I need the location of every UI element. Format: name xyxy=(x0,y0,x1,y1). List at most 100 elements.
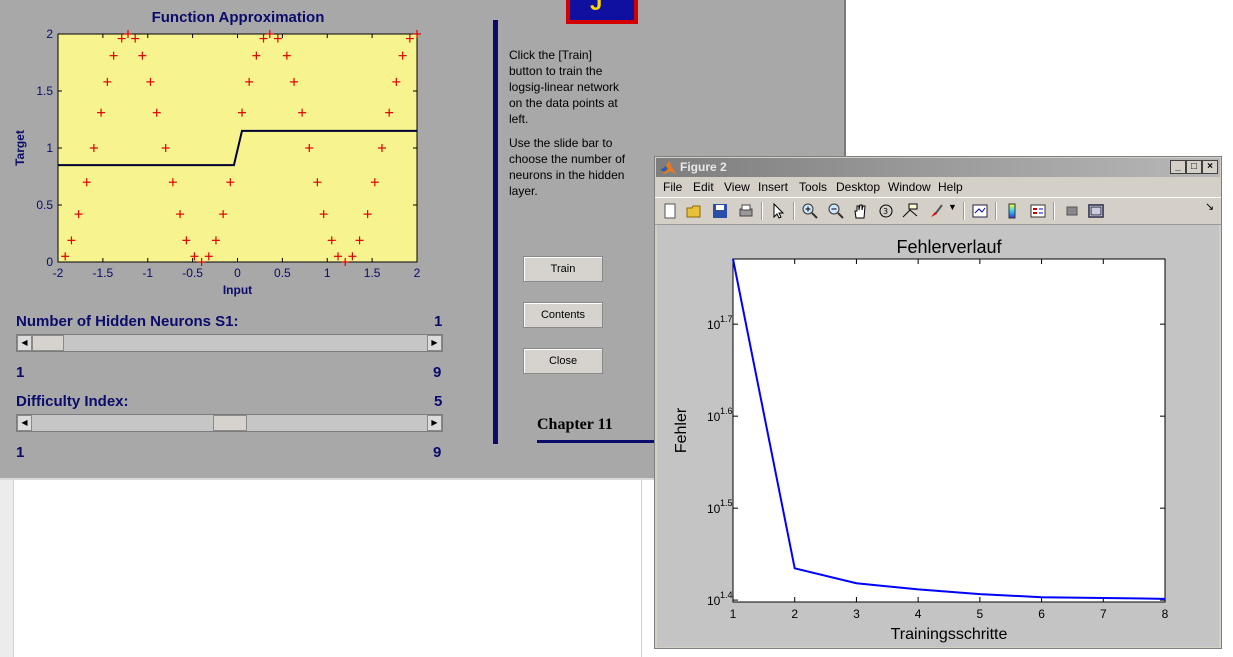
plot-axes-area xyxy=(732,258,1166,603)
open-folder-icon[interactable] xyxy=(685,202,703,220)
y-tick-exponent: 1.7 xyxy=(720,314,733,324)
menu-bar: File Edit View Insert Tools Desktop Wind… xyxy=(655,178,1221,213)
data-cursor-icon[interactable] xyxy=(901,202,919,220)
hidden-neurons-max: 9 xyxy=(433,364,442,381)
slider-right-arrow-icon[interactable]: ▶ xyxy=(427,335,442,351)
x-tick-label: 7 xyxy=(1100,607,1107,621)
difficulty-label: Difficulty Index: xyxy=(16,393,129,410)
menu-help[interactable]: Help xyxy=(938,180,963,194)
hide-plot-tools-icon[interactable] xyxy=(1063,202,1081,220)
menu-tools[interactable]: Tools xyxy=(799,180,827,194)
legend-icon[interactable] xyxy=(1029,202,1047,220)
save-icon[interactable] xyxy=(711,202,729,220)
hidden-neurons-label: Number of Hidden Neurons S1: xyxy=(16,313,239,330)
hidden-neurons-min: 1 xyxy=(16,364,25,381)
pointer-icon[interactable] xyxy=(769,202,787,220)
info-train-text: Click the [Train] button to train the lo… xyxy=(509,48,620,126)
zoom-in-icon[interactable] xyxy=(801,202,819,220)
maximize-icon[interactable]: □ xyxy=(1186,160,1202,174)
menu-window[interactable]: Window xyxy=(888,180,931,194)
menu-edit[interactable]: Edit xyxy=(693,180,714,194)
slider-right-arrow-icon[interactable]: ▶ xyxy=(427,415,442,431)
y-tick-label: 2 xyxy=(46,27,53,41)
y-tick-exponent: 1.5 xyxy=(720,498,733,508)
x-tick-label: 5 xyxy=(977,607,984,621)
toolbar-separator xyxy=(1053,202,1055,220)
figure-title: Figure 2 xyxy=(680,160,727,174)
x-tick-label: -0.5 xyxy=(182,266,203,280)
new-file-icon[interactable] xyxy=(661,202,679,220)
slider-left-arrow-icon[interactable]: ◀ xyxy=(17,335,32,351)
y-tick-label: 1 xyxy=(46,141,53,155)
toolbar-separator xyxy=(963,202,965,220)
fehlerverlauf-plot: Fehlerverlauf1 2 3 4 5 6 7 810 1.410 1.510 1.610 1.… xyxy=(673,237,1169,643)
minimize-icon[interactable]: _ xyxy=(1170,160,1186,174)
x-tick-label: 0.5 xyxy=(274,266,291,280)
colorbar-icon[interactable] xyxy=(1003,202,1021,220)
y-axis-label: Target xyxy=(13,130,27,166)
pan-hand-icon[interactable] xyxy=(851,202,869,220)
y-tick-exponent: 1.6 xyxy=(720,406,733,416)
x-tick-label: 0 xyxy=(234,266,241,280)
menu-insert[interactable]: Insert xyxy=(758,180,788,194)
print-icon[interactable] xyxy=(737,202,755,220)
background-panel xyxy=(0,480,14,657)
hidden-neurons-value: 1 xyxy=(434,313,443,330)
zoom-out-icon[interactable] xyxy=(827,202,845,220)
toolbar-separator xyxy=(995,202,997,220)
y-tick-label: 0 xyxy=(46,255,53,269)
x-tick-label: 1 xyxy=(324,266,331,280)
plot-title: Fehlerverlauf xyxy=(896,237,1002,257)
y-tick-exponent: 1.4 xyxy=(720,590,733,600)
x-tick-label: 2 xyxy=(791,607,798,621)
x-tick-label: 2 xyxy=(414,266,421,280)
svg-text:3: 3 xyxy=(883,207,888,216)
x-tick-label: 1.5 xyxy=(364,266,381,280)
y-tick-base: 10 xyxy=(707,410,721,424)
difficulty-min: 1 xyxy=(16,444,25,461)
y-tick-label: 1.5 xyxy=(36,84,53,98)
difficulty-max: 9 xyxy=(433,444,442,461)
figure-titlebar[interactable]: Figure 2 _ □ × xyxy=(656,158,1220,177)
x-tick-label: 8 xyxy=(1162,607,1169,621)
x-axis-label: Input xyxy=(223,283,252,297)
menu-view[interactable]: View xyxy=(724,180,750,194)
logo-glyph-icon: J xyxy=(590,0,603,15)
x-tick-label: -1 xyxy=(142,266,153,280)
background-divider xyxy=(641,480,642,657)
show-plot-tools-icon[interactable] xyxy=(1087,202,1105,220)
menu-desktop[interactable]: Desktop xyxy=(836,180,880,194)
figure-canvas: Fehlerverlauf 1 2 3 4 5 6 7 8 10 1.4 10 1.5 10 1.6 10 1.… xyxy=(657,225,1219,647)
train-button[interactable]: Train xyxy=(523,256,603,282)
close-icon[interactable]: × xyxy=(1202,160,1218,174)
divider-bar xyxy=(493,20,498,444)
x-tick-label: -2 xyxy=(53,266,64,280)
toolbar-separator xyxy=(761,202,763,220)
y-tick-label: 0.5 xyxy=(36,198,53,212)
y-tick-base: 10 xyxy=(707,502,721,516)
y-tick-base: 10 xyxy=(707,318,721,332)
x-tick-label: -1.5 xyxy=(93,266,114,280)
brush-icon[interactable] xyxy=(927,202,945,220)
contents-button[interactable]: Contents xyxy=(523,302,603,328)
slider-left-arrow-icon[interactable]: ◀ xyxy=(17,415,32,431)
rotate-3d-icon[interactable]: 3 xyxy=(877,202,895,220)
link-plot-icon[interactable] xyxy=(971,202,989,220)
x-tick-label: 6 xyxy=(1038,607,1045,621)
figure-window: Figure 2 _ □ × File Edit View Insert Too… xyxy=(654,156,1222,649)
x-tick-label: 4 xyxy=(915,607,922,621)
x-axis-label: Trainingsschritte xyxy=(891,626,1008,643)
hidden-neurons-slider-thumb[interactable] xyxy=(32,335,64,351)
menu-file[interactable]: File xyxy=(663,180,682,194)
info-slider-text: Use the slide bar to choose the number o… xyxy=(509,136,626,198)
y-axis-label: Fehler xyxy=(673,407,690,453)
hidden-neurons-slider[interactable]: ◀ ▶ xyxy=(16,334,443,352)
difficulty-slider-thumb[interactable] xyxy=(212,415,247,431)
x-tick-label: 3 xyxy=(853,607,860,621)
close-button[interactable]: Close xyxy=(523,348,603,374)
matlab-logo-icon xyxy=(660,161,676,174)
figure-toolbar: 3 ▼ xyxy=(655,197,1221,225)
window-edge xyxy=(844,0,846,156)
difficulty-slider[interactable]: ◀ ▶ xyxy=(16,414,443,432)
chapter-underline xyxy=(537,440,657,443)
